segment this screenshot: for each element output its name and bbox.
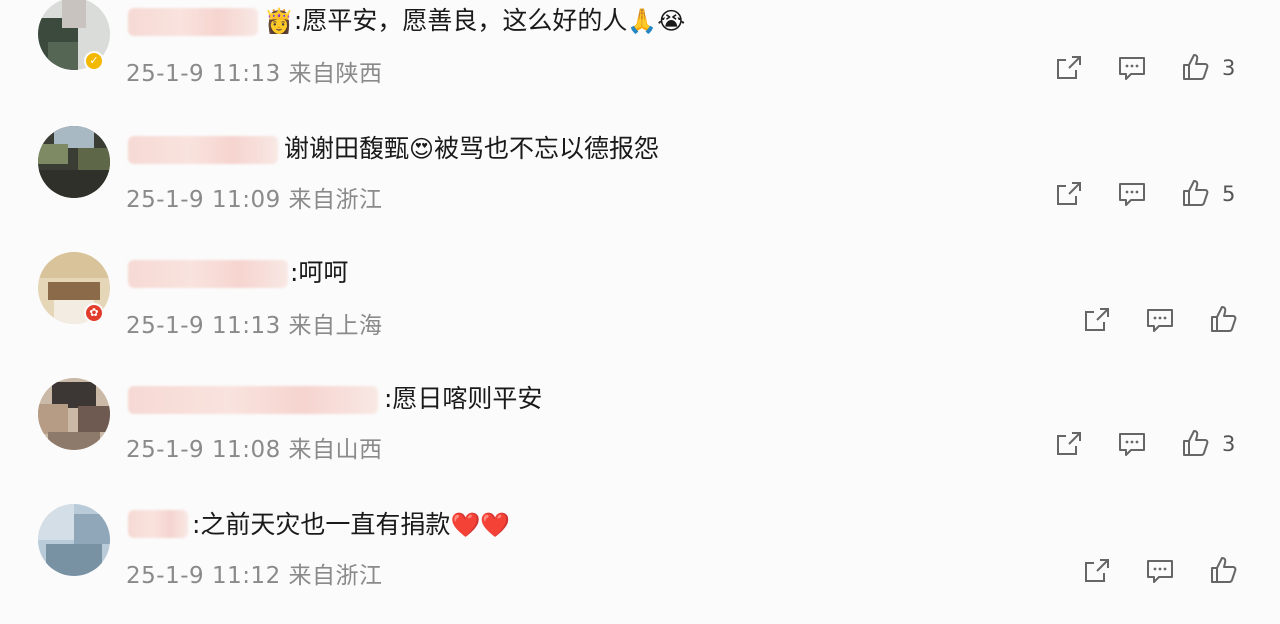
comment-item: :之前天灾也一直有捐款❤️❤️ 25-1-9 11:12 来自浙江 [0,504,1280,624]
avatar[interactable] [38,126,110,198]
verified-badge-icon: ✓ [84,51,104,71]
comment-icon [1145,305,1175,335]
share-icon [1054,429,1084,459]
username-blurred[interactable] [128,510,188,538]
comment-item: ✓ 👸:愿平安，愿善良，这么好的人🙏😭 25-1-9 11:13 来自陕西 3 [0,0,1280,120]
comment-text: :之前天灾也一直有捐款❤️❤️ [192,510,511,539]
comment-item: 谢谢田馥甄😍被骂也不忘以德报怨 25-1-9 11:09 来自浙江 5 [0,126,1280,246]
emoji-heart-eyes: 😍 [409,135,435,163]
username-blurred[interactable] [128,260,288,288]
share-button[interactable] [1054,53,1084,83]
thumbs-up-icon [1180,52,1210,82]
thumbs-up-icon [1180,178,1210,208]
share-icon [1054,179,1084,209]
comment-icon [1117,179,1147,209]
timestamp: 25-1-9 11:12 [126,563,281,589]
like-button[interactable] [1208,555,1238,585]
comment-meta: 25-1-9 11:09 来自浙江 [126,180,383,214]
thumbs-up-icon [1208,555,1238,585]
thumbs-up-icon [1180,428,1210,458]
comment-text: 谢谢田馥甄😍被骂也不忘以德报怨 [284,134,660,163]
timestamp: 25-1-9 11:13 [126,61,281,87]
comment-meta: 25-1-9 11:08 来自山西 [126,430,383,464]
share-button[interactable] [1082,556,1112,586]
avatar[interactable] [38,504,110,576]
avatar[interactable] [38,378,110,450]
red-badge-icon: ✿ [84,303,104,323]
share-button[interactable] [1082,305,1112,335]
share-icon [1082,556,1112,586]
comment-item: :愿日喀则平安 25-1-9 11:08 来自山西 3 [0,378,1280,498]
location: 来自陕西 [288,61,383,87]
emoji-red-hearts: ❤️❤️ [450,511,511,539]
like-count: 5 [1222,182,1236,206]
like-button[interactable] [1208,304,1238,334]
comment-button[interactable] [1145,305,1175,335]
comment-text: 👸:愿平安，愿善良，这么好的人🙏😭 [264,6,686,35]
thumbs-up-icon [1208,304,1238,334]
share-icon [1054,53,1084,83]
like-count: 3 [1222,432,1236,456]
emoji-pray-cry: 🙏😭 [627,7,686,35]
username-blurred[interactable] [128,386,378,414]
comment-button[interactable] [1145,556,1175,586]
comment-meta: 25-1-9 11:12 来自浙江 [126,556,383,590]
like-count: 3 [1222,56,1236,80]
username-blurred[interactable] [128,8,258,36]
comment-icon [1145,556,1175,586]
comment-meta: 25-1-9 11:13 来自上海 [126,306,383,340]
comment-icon [1117,53,1147,83]
location: 来自上海 [288,313,383,339]
username-blurred[interactable] [128,136,278,164]
comment-text: :呵呵 [290,258,349,287]
timestamp: 25-1-9 11:13 [126,313,281,339]
location: 来自浙江 [288,563,383,589]
share-icon [1082,305,1112,335]
comment-text: :愿日喀则平安 [384,384,543,413]
comment-meta: 25-1-9 11:13 来自陕西 [126,54,383,88]
location: 来自浙江 [288,187,383,213]
timestamp: 25-1-9 11:09 [126,187,281,213]
share-button[interactable] [1054,179,1084,209]
like-button[interactable] [1180,428,1210,458]
comment-icon [1117,429,1147,459]
comment-item: ✿ :呵呵 25-1-9 11:13 来自上海 [0,252,1280,372]
comment-button[interactable] [1117,179,1147,209]
like-button[interactable] [1180,52,1210,82]
like-button[interactable] [1180,178,1210,208]
emoji-princess: 👸 [264,7,294,35]
share-button[interactable] [1054,429,1084,459]
location: 来自山西 [288,437,383,463]
timestamp: 25-1-9 11:08 [126,437,281,463]
comment-button[interactable] [1117,429,1147,459]
comment-button[interactable] [1117,53,1147,83]
